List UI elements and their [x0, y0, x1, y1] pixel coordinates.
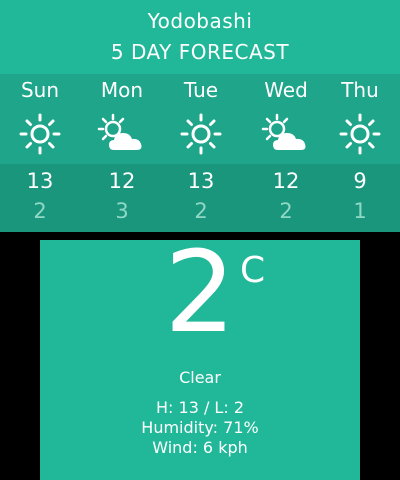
wind: Wind: 6 kph: [152, 438, 248, 457]
forecast-day: Mon 12 3: [82, 74, 162, 232]
low-temp: 2: [33, 199, 47, 223]
details: H: 13 / L: 2 Humidity: 71% Wind: 6 kph: [40, 398, 360, 458]
forecast-day: Tue 13 2: [161, 74, 241, 232]
current-temperature: 2: [164, 228, 236, 358]
header: Yodobashi 5 DAY FORECAST: [0, 0, 400, 74]
city-name: Yodobashi: [147, 9, 253, 33]
day-name: Sun: [20, 78, 60, 102]
low-temp: 1: [353, 199, 367, 223]
high-low: H: 13 / L: 2: [156, 398, 244, 417]
high-temp: 13: [187, 169, 215, 193]
partly-cloudy-icon: [97, 113, 142, 150]
day-name: Wed: [264, 78, 308, 102]
high-temp: 9: [353, 169, 367, 193]
forecast-day: Thu 9 1: [320, 74, 400, 232]
high-temp: 12: [272, 169, 300, 193]
low-temp: 2: [194, 199, 208, 223]
humidity: Humidity: 71%: [141, 418, 259, 437]
temperature-unit: C: [240, 250, 266, 291]
day-name: Thu: [341, 78, 379, 102]
day-name: Mon: [100, 78, 144, 102]
day-name: Tue: [183, 78, 219, 102]
forecast-day: Wed 12 2: [246, 74, 326, 232]
forecast-day: Sun 13 2: [0, 74, 80, 232]
low-temp: 2: [279, 199, 293, 223]
high-temp: 13: [26, 169, 54, 193]
sun-icon: [180, 113, 222, 155]
forecast-title: 5 DAY FORECAST: [110, 40, 290, 64]
partly-cloudy-icon: [261, 113, 306, 150]
condition-label: Clear: [179, 368, 221, 387]
low-temp: 3: [115, 199, 129, 223]
high-temp: 12: [108, 169, 136, 193]
sun-icon: [339, 113, 381, 155]
five-day-forecast: Sun 13 2 Mon 12 3 Tue 13 2 Wed 12 2 Thu …: [0, 74, 400, 232]
current-conditions: 2 C Clear H: 13 / L: 2 Humidity: 71% Win…: [40, 231, 360, 480]
sun-icon: [19, 113, 61, 155]
